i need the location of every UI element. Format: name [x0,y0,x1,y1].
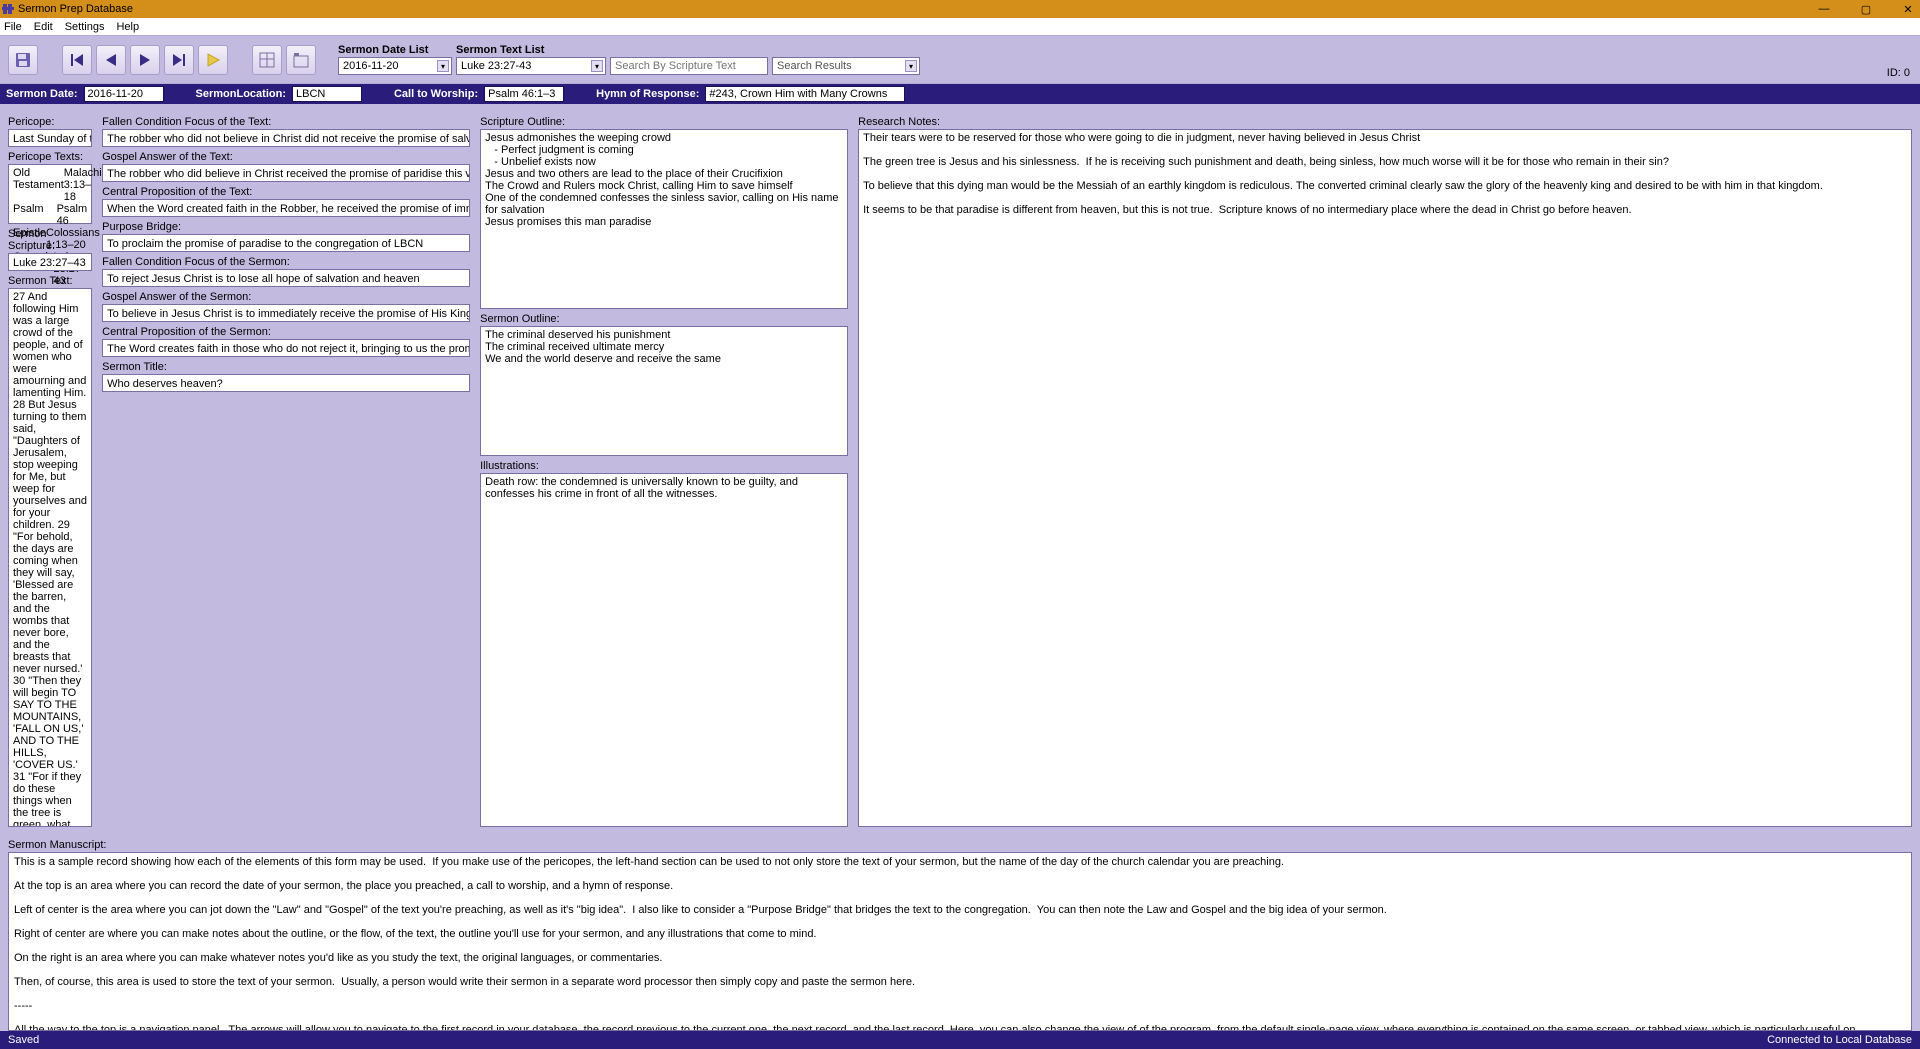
first-record-button[interactable] [62,45,92,75]
sermon-outline-label: Sermon Outline: [480,313,848,325]
sermon-location-label: SermonLocation: [196,88,286,100]
sermon-date-list-label: Sermon Date List [338,44,452,56]
pb-label: Purpose Bridge: [102,221,470,233]
sermon-title-label: Sermon Title: [102,361,470,373]
fcft-input[interactable]: The robber who did not believe in Christ… [102,129,470,147]
record-id-label: ID: 0 [1887,67,1910,79]
search-scripture-input[interactable] [610,57,768,75]
illustrations-area[interactable]: Death row: the condemned is universally … [480,473,848,827]
play-button[interactable] [198,45,228,75]
single-page-view-button[interactable] [252,45,282,75]
sermon-scripture-label: Sermon Scripture: [8,228,92,252]
column-outlines: Scripture Outline: Jesus admonishes the … [480,112,848,827]
search-results-combo[interactable]: Search Results ▾ [772,57,920,75]
scripture-outline-label: Scripture Outline: [480,116,848,128]
hymn-response-input[interactable] [705,86,905,102]
pericope-texts-label: Pericope Texts: [8,151,92,163]
close-button[interactable]: ✕ [1900,3,1916,16]
cps-label: Central Proposition of the Sermon: [102,326,470,338]
sermon-date-label: Sermon Date: [6,88,78,100]
sermon-text-area[interactable]: 27 And following Him was a large crowd o… [8,288,92,827]
call-to-worship-input[interactable] [484,86,564,102]
sermon-title-input[interactable]: Who deserves heaven? [102,374,470,392]
sermon-location-input[interactable] [292,86,362,102]
status-left: Saved [8,1034,39,1046]
call-to-worship-label: Call to Worship: [394,88,478,100]
pericope-label: Pericope: [8,116,92,128]
scripture-outline-area[interactable]: Jesus admonishes the weeping crowd - Per… [480,129,848,309]
title-bar: Sermon Prep Database — ▢ ✕ [0,0,1920,18]
chevron-down-icon: ▾ [591,60,603,72]
maximize-button[interactable]: ▢ [1858,3,1874,16]
pericope-input[interactable]: Last Sunday of the Church Year [8,129,92,147]
hymn-response-label: Hymn of Response: [596,88,699,100]
column-research: Research Notes: Their tears were to be r… [858,112,1912,827]
prev-record-button[interactable] [96,45,126,75]
gat-input[interactable]: The robber who did believe in Christ rec… [102,164,470,182]
menu-file[interactable]: File [4,21,22,33]
next-record-button[interactable] [130,45,160,75]
tabbed-view-button[interactable] [286,45,316,75]
sermon-date-list-combo[interactable]: 2016-11-20 ▾ [338,57,452,75]
gas-label: Gospel Answer of the Sermon: [102,291,470,303]
window-title: Sermon Prep Database [18,3,133,15]
research-notes-area[interactable]: Their tears were to be reserved for thos… [858,129,1912,827]
fcfs-label: Fallen Condition Focus of the Sermon: [102,256,470,268]
manuscript-area[interactable]: This is a sample record showing how each… [8,852,1912,1031]
illustrations-label: Illustrations: [480,460,848,472]
gas-input[interactable]: To believe in Jesus Christ is to immedia… [102,304,470,322]
research-notes-label: Research Notes: [858,116,1912,128]
sermon-scripture-input[interactable]: Luke 23:27–43 [8,253,92,271]
minimize-button[interactable]: — [1816,3,1832,16]
sermon-date-list-value: 2016-11-20 [343,60,398,72]
fcft-label: Fallen Condition Focus of the Text: [102,116,470,128]
toolbar: Sermon Date List 2016-11-20 ▾ Sermon Tex… [0,36,1920,84]
sermon-text-list-combo[interactable]: Luke 23:27-43 ▾ [456,57,606,75]
gat-label: Gospel Answer of the Text: [102,151,470,163]
column-pericope: Pericope: Last Sunday of the Church Year… [8,112,92,827]
save-button[interactable] [8,45,38,75]
status-bar: Saved Connected to Local Database [0,1031,1920,1049]
status-right: Connected to Local Database [1767,1034,1912,1046]
sermon-outline-area[interactable]: The criminal deserved his punishment The… [480,326,848,456]
sermon-header-row: Sermon Date: SermonLocation: Call to Wor… [0,84,1920,104]
main-columns: Pericope: Last Sunday of the Church Year… [0,104,1920,835]
cps-input[interactable]: The Word creates faith in those who do n… [102,339,470,357]
manuscript-label: Sermon Manuscript: [8,839,1912,851]
sermon-text-label: Sermon Text: [8,275,92,287]
cpt-input[interactable]: When the Word created faith in the Robbe… [102,199,470,217]
sermon-text-list-value: Luke 23:27-43 [461,60,531,72]
menu-help[interactable]: Help [116,21,139,33]
last-record-button[interactable] [164,45,194,75]
manuscript-section: Sermon Manuscript: This is a sample reco… [8,835,1912,1031]
chevron-down-icon: ▾ [437,60,449,72]
search-results-placeholder: Search Results [777,60,852,72]
menu-bar: File Edit Settings Help [0,18,1920,36]
chevron-down-icon: ▾ [905,60,917,72]
pb-input[interactable]: To proclaim the promise of paradise to t… [102,234,470,252]
cpt-label: Central Proposition of the Text: [102,186,470,198]
menu-settings[interactable]: Settings [65,21,105,33]
pericope-texts-box[interactable]: Old TestamentMalachi 3:13–18 PsalmPsalm … [8,164,92,224]
column-propositions: Fallen Condition Focus of the Text: The … [102,112,470,827]
app-icon [2,3,14,15]
menu-edit[interactable]: Edit [34,21,53,33]
fcfs-input[interactable]: To reject Jesus Christ is to lose all ho… [102,269,470,287]
sermon-text-list-label: Sermon Text List [456,44,606,56]
sermon-date-input[interactable] [84,86,164,102]
